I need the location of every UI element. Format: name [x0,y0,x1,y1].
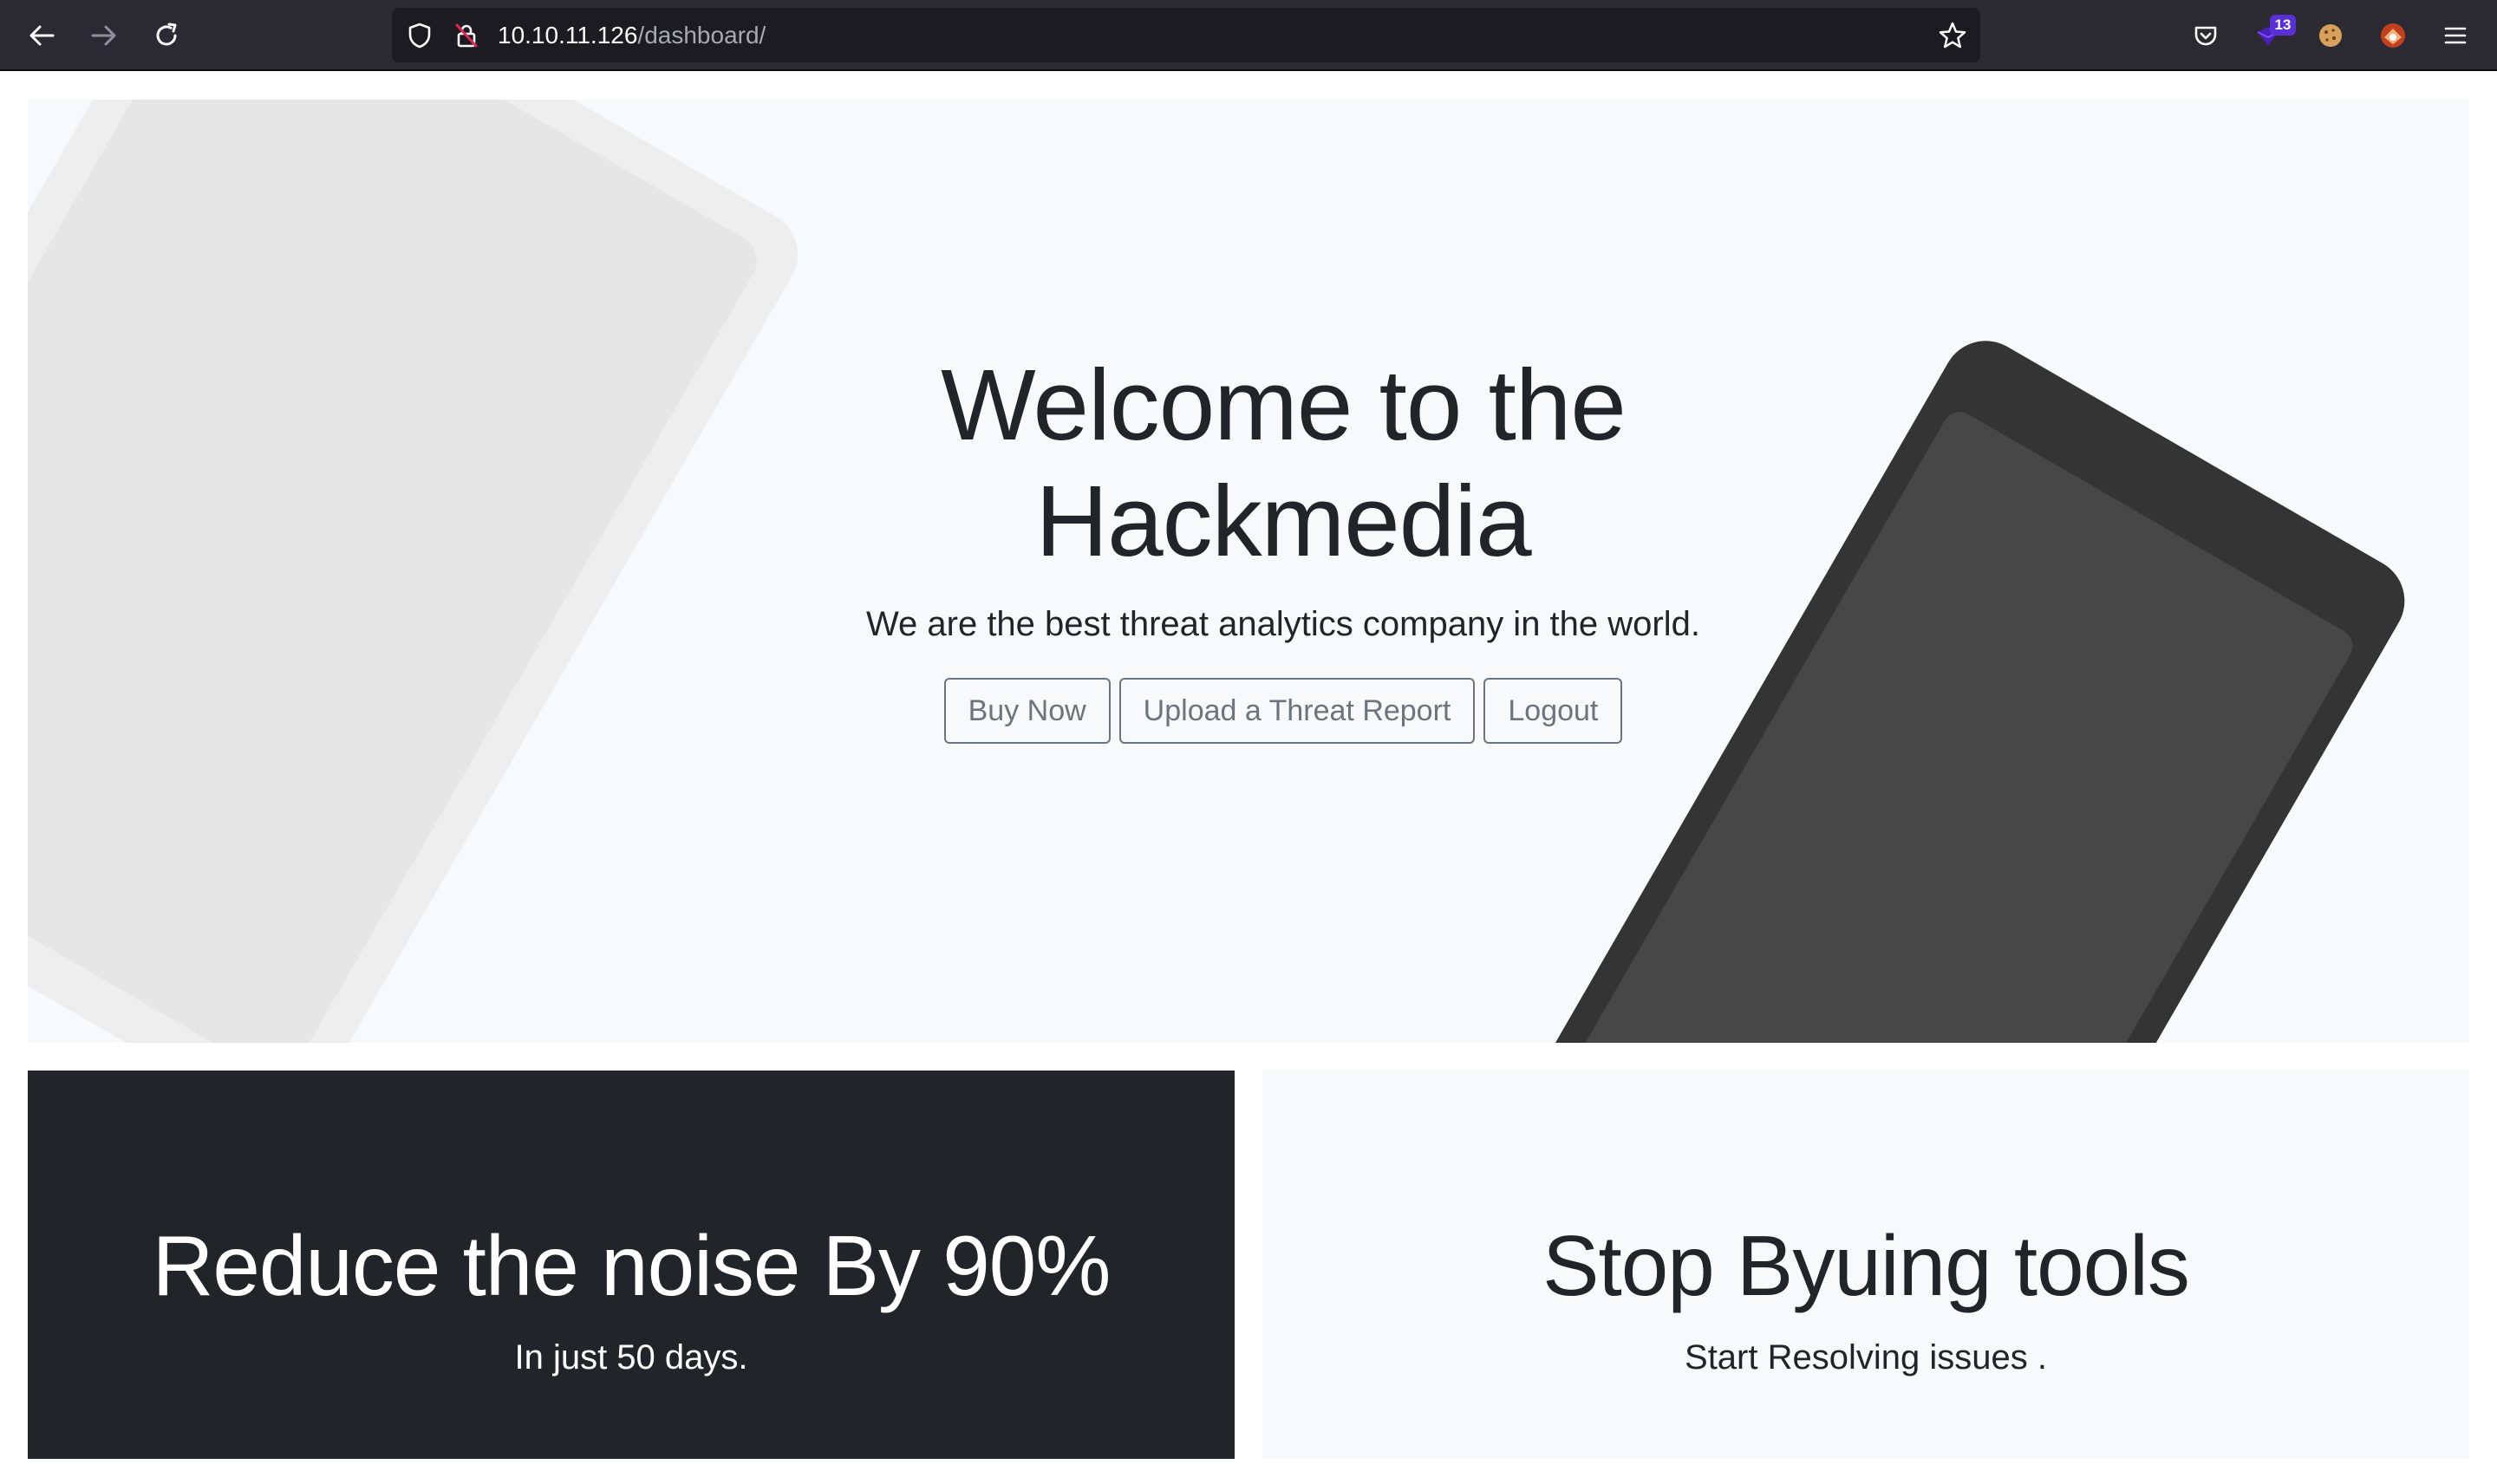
logout-button[interactable]: Logout [1483,678,1623,744]
star-icon[interactable] [1937,20,1968,51]
url-bar[interactable]: 10.10.11.126/dashboard/ [392,8,1980,62]
hero-title-line2: Hackmedia [1035,465,1531,577]
hero-section: Welcome to the Hackmedia We are the best… [28,100,2469,1043]
url-path: /dashboard/ [637,22,766,49]
back-button[interactable] [21,15,62,56]
extension-badge: 13 [2270,15,2296,36]
feature-panel-noise: Reduce the noise By 90% In just 50 days. [28,1071,1235,1459]
buy-now-button[interactable]: Buy Now [943,678,1111,744]
reload-icon [156,23,177,46]
panel-title: Reduce the noise By 90% [152,1218,1112,1313]
reload-button[interactable] [146,15,187,56]
panel-title: Stop Byuing tools [1542,1218,2190,1313]
url-host: 10.10.11.126 [498,22,638,49]
upload-threat-report-button[interactable]: Upload a Threat Report [1118,678,1476,744]
shield-icon[interactable] [404,20,435,51]
extension-button[interactable]: 13 [2247,15,2296,56]
fox-extension-icon [2381,23,2405,48]
cookie-icon [2319,24,2342,47]
url-text[interactable]: 10.10.11.126/dashboard/ [498,8,766,62]
panel-subtitle: In just 50 days. [514,1338,748,1377]
hero-content: Welcome to the Hackmedia We are the best… [850,347,1717,744]
browser-toolbar: 10.10.11.126/dashboard/ 13 [0,0,2497,71]
insecure-lock-icon[interactable] [451,20,482,51]
pocket-button[interactable] [2185,15,2226,56]
menu-icon [2444,27,2467,44]
pocket-icon [2194,26,2217,46]
hero-lead: We are the best threat analytics company… [866,605,1700,643]
forward-arrow-icon [91,25,116,46]
menu-button[interactable] [2435,15,2476,56]
panel-subtitle: Start Resolving issues . [1685,1338,2047,1377]
fox-extension-button[interactable] [2372,15,2414,56]
back-arrow-icon [29,25,55,46]
hero-button-group: Buy Now Upload a Threat Report Logout [850,678,1717,744]
cookie-extension-button[interactable] [2310,15,2351,56]
hero-title-line1: Welcome to the [941,348,1627,461]
hero-title: Welcome to the Hackmedia [850,347,1717,579]
feature-panel-tools: Stop Byuing tools Start Resolving issues… [1262,1071,2469,1459]
forward-button[interactable] [83,15,125,56]
